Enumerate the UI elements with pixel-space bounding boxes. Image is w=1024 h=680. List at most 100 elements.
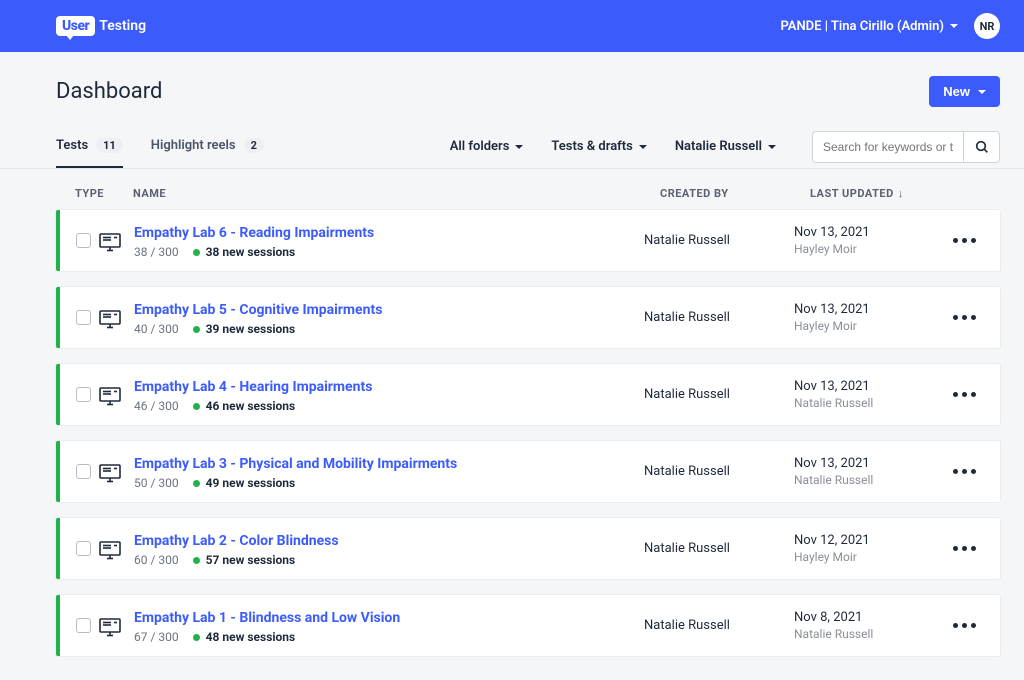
- row-checkbox[interactable]: [76, 310, 91, 325]
- row-updated: Nov 13, 2021 Natalie Russell: [794, 379, 944, 410]
- row-updated: Nov 13, 2021 Hayley Moir: [794, 302, 944, 333]
- row-type-icon-cell: [98, 232, 134, 250]
- row-created-by: Natalie Russell: [644, 310, 794, 325]
- logo-mark: User: [56, 16, 95, 36]
- row-main: Empathy Lab 6 - Reading Impairments 38 /…: [134, 222, 644, 259]
- logo[interactable]: User Testing: [56, 16, 146, 36]
- row-type-icon-cell: [98, 463, 134, 481]
- row-actions-button[interactable]: [944, 238, 984, 243]
- row-actions-button[interactable]: [944, 469, 984, 474]
- table-row: Empathy Lab 2 - Color Blindness 60 / 300…: [56, 518, 1000, 579]
- chevron-down-icon: [639, 145, 647, 149]
- row-updated-by: Natalie Russell: [794, 473, 944, 487]
- row-checkbox[interactable]: [76, 233, 91, 248]
- row-main: Empathy Lab 4 - Hearing Impairments 46 /…: [134, 376, 644, 413]
- test-title-link[interactable]: Empathy Lab 3 - Physical and Mobility Im…: [134, 456, 457, 472]
- row-checkbox[interactable]: [76, 541, 91, 556]
- test-title-link[interactable]: Empathy Lab 2 - Color Blindness: [134, 533, 339, 549]
- more-icon: [953, 392, 976, 397]
- desktop-icon: [98, 540, 120, 558]
- new-sessions-text: 38 new sessions: [206, 245, 296, 259]
- desktop-icon: [98, 386, 120, 404]
- filter-owner[interactable]: Natalie Russell: [675, 139, 776, 154]
- test-title-link[interactable]: Empathy Lab 5 - Cognitive Impairments: [134, 302, 382, 318]
- row-checkbox[interactable]: [76, 464, 91, 479]
- row-actions-button[interactable]: [944, 623, 984, 628]
- row-checkbox-cell: [76, 464, 98, 479]
- test-title-link[interactable]: Empathy Lab 1 - Blindness and Low Vision: [134, 610, 400, 626]
- status-dot-icon: [193, 249, 200, 256]
- column-headers: TYPE NAME CREATED BY LAST UPDATED ↓: [0, 169, 1024, 210]
- row-updated-date: Nov 13, 2021: [794, 302, 944, 317]
- row-checkbox-cell: [76, 233, 98, 248]
- desktop-icon: [98, 309, 120, 327]
- row-checkbox-cell: [76, 387, 98, 402]
- row-updated: Nov 12, 2021 Hayley Moir: [794, 533, 944, 564]
- row-checkbox[interactable]: [76, 618, 91, 633]
- filter-folders[interactable]: All folders: [450, 139, 524, 154]
- more-icon: [953, 469, 976, 474]
- new-button[interactable]: New: [929, 76, 1000, 107]
- account-menu[interactable]: PANDE | Tina Cirillo (Admin): [780, 19, 958, 34]
- search-box: [812, 131, 1000, 163]
- new-sessions: 48 new sessions: [193, 630, 296, 644]
- row-actions-button[interactable]: [944, 315, 984, 320]
- row-main: Empathy Lab 2 - Color Blindness 60 / 300…: [134, 530, 644, 567]
- row-created-by: Natalie Russell: [644, 387, 794, 402]
- col-name: NAME: [133, 187, 660, 200]
- row-updated-by: Natalie Russell: [794, 396, 944, 410]
- row-actions-button[interactable]: [944, 546, 984, 551]
- status-dot-icon: [193, 326, 200, 333]
- tab-tests[interactable]: Tests 11: [56, 125, 123, 168]
- table-row: Empathy Lab 1 - Blindness and Low Vision…: [56, 595, 1000, 656]
- desktop-icon: [98, 463, 120, 481]
- dashboard-header: Dashboard New: [0, 52, 1024, 125]
- test-title-link[interactable]: Empathy Lab 4 - Hearing Impairments: [134, 379, 372, 395]
- row-type-icon-cell: [98, 540, 134, 558]
- col-type: TYPE: [75, 187, 133, 200]
- account-label: PANDE | Tina Cirillo (Admin): [780, 19, 944, 34]
- row-updated-date: Nov 12, 2021: [794, 533, 944, 548]
- top-nav: User Testing PANDE | Tina Cirillo (Admin…: [0, 0, 1024, 52]
- tab-highlight-reels[interactable]: Highlight reels 2: [151, 125, 264, 168]
- row-updated-date: Nov 13, 2021: [794, 456, 944, 471]
- filter-label: Tests & drafts: [551, 139, 632, 154]
- row-updated-date: Nov 13, 2021: [794, 225, 944, 240]
- row-checkbox-cell: [76, 541, 98, 556]
- row-checkbox[interactable]: [76, 387, 91, 402]
- new-sessions-text: 39 new sessions: [206, 322, 296, 336]
- new-sessions-text: 46 new sessions: [206, 399, 296, 413]
- session-count: 46 / 300: [134, 399, 179, 413]
- avatar[interactable]: NR: [974, 13, 1000, 39]
- more-icon: [953, 623, 976, 628]
- row-actions-button[interactable]: [944, 392, 984, 397]
- row-updated-date: Nov 8, 2021: [794, 610, 944, 625]
- new-sessions: 46 new sessions: [193, 399, 296, 413]
- filter-status[interactable]: Tests & drafts: [551, 139, 646, 154]
- row-updated-by: Hayley Moir: [794, 550, 944, 564]
- tabs-filter-bar: Tests 11 Highlight reels 2 All folders T…: [0, 125, 1024, 169]
- filter-label: Natalie Russell: [675, 139, 762, 154]
- col-last-updated[interactable]: LAST UPDATED ↓: [810, 187, 960, 200]
- row-updated-by: Hayley Moir: [794, 242, 944, 256]
- desktop-icon: [98, 617, 120, 635]
- row-updated: Nov 13, 2021 Natalie Russell: [794, 456, 944, 487]
- row-updated: Nov 13, 2021 Hayley Moir: [794, 225, 944, 256]
- session-count: 67 / 300: [134, 630, 179, 644]
- row-checkbox-cell: [76, 618, 98, 633]
- test-title-link[interactable]: Empathy Lab 6 - Reading Impairments: [134, 225, 374, 241]
- more-icon: [953, 315, 976, 320]
- chevron-down-icon: [950, 24, 958, 28]
- row-main: Empathy Lab 3 - Physical and Mobility Im…: [134, 453, 644, 490]
- chevron-down-icon: [515, 145, 523, 149]
- col-label: LAST UPDATED: [810, 187, 894, 200]
- search-icon: [974, 139, 990, 155]
- tab-label: Tests: [56, 138, 88, 153]
- row-created-by: Natalie Russell: [644, 541, 794, 556]
- search-button[interactable]: [963, 132, 999, 162]
- row-type-icon-cell: [98, 386, 134, 404]
- search-input[interactable]: [813, 132, 963, 162]
- new-sessions-text: 48 new sessions: [206, 630, 296, 644]
- row-main: Empathy Lab 5 - Cognitive Impairments 40…: [134, 299, 644, 336]
- row-checkbox-cell: [76, 310, 98, 325]
